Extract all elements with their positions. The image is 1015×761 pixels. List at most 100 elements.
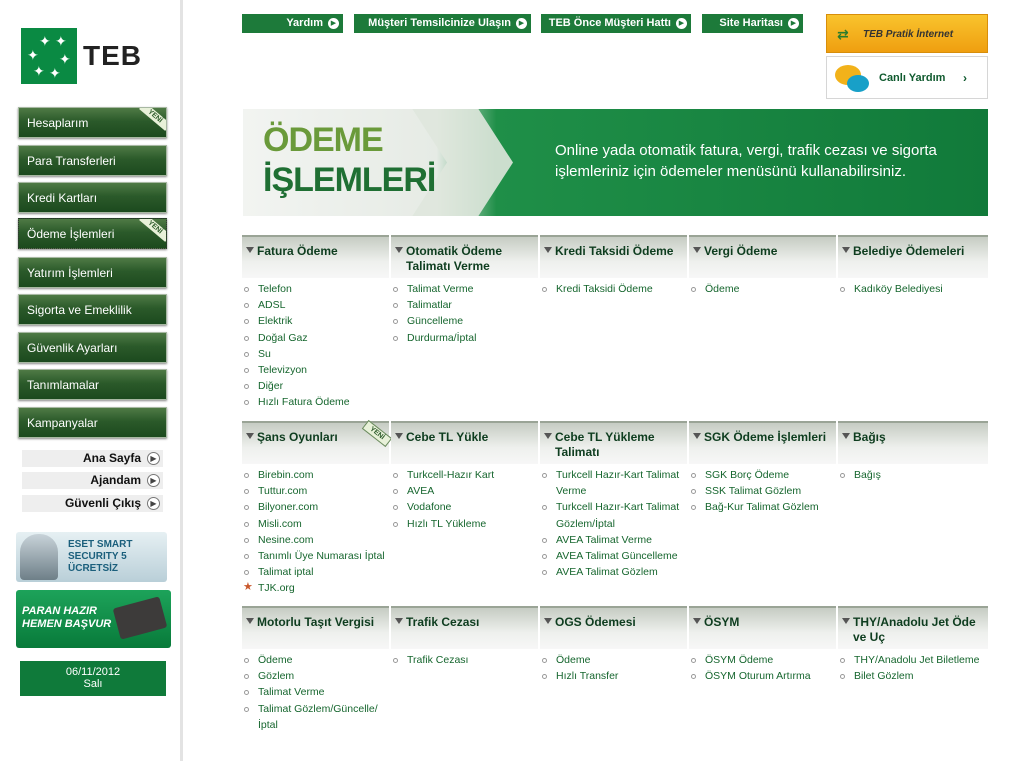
link-label: Güvenli Çıkış	[64, 496, 141, 510]
category-link[interactable]: Birebin.com	[242, 467, 389, 483]
category-link[interactable]: Ödeme	[540, 652, 687, 668]
category-link[interactable]: Bağış	[838, 467, 988, 483]
category-link[interactable]: ADSL	[242, 297, 389, 313]
category-link[interactable]: Doğal Gaz	[242, 330, 389, 346]
category-link[interactable]: Su	[242, 346, 389, 362]
bullet-icon	[691, 473, 696, 478]
toplink-yardim[interactable]: Yardım ▶	[242, 14, 343, 33]
category-link[interactable]: Misli.com	[242, 516, 389, 532]
category-link[interactable]: Gözlem	[242, 668, 389, 684]
category-link[interactable]: Elektrik	[242, 313, 389, 329]
bullet-icon	[691, 489, 696, 495]
nav-guvenlik-ayarlari[interactable]: Güvenlik Ayarları	[18, 332, 167, 363]
category-link[interactable]: SSK Talimat Gözlem	[689, 483, 836, 499]
category-header[interactable]: Kredi Taksidi Ödeme	[540, 235, 687, 278]
category-header[interactable]: Belediye Ödemeleri	[838, 235, 988, 278]
category-header[interactable]: Trafik Cezası	[391, 606, 538, 649]
eset-line3: ÜCRETSİZ	[68, 563, 118, 574]
date-text: 06/11/2012	[65, 666, 121, 678]
category-link[interactable]: Telefon	[242, 281, 389, 297]
category-link-label: ÖSYM Oturum Artırma	[705, 670, 811, 683]
nav-kredi-kartlari[interactable]: Kredi Kartları	[18, 182, 167, 213]
category-link[interactable]: AVEA Talimat Gözlem	[540, 564, 687, 580]
category-link[interactable]: Bilet Gözlem	[838, 668, 988, 684]
category-link[interactable]: Turkcell-Hazır Kart	[391, 467, 538, 483]
category-link-label: Bilyoner.com	[258, 501, 319, 514]
category-header[interactable]: THY/Anadolu Jet Öde ve Uç	[838, 606, 988, 649]
category-link[interactable]: Bağ-Kur Talimat Gözlem	[689, 499, 836, 515]
category-column: Bağış Bağış	[838, 421, 988, 483]
category-column: Cebe TL Yükle Turkcell-Hazır Kart AVEA Voda…	[391, 421, 538, 532]
category-link[interactable]: Durdurma/İptal	[391, 330, 538, 346]
category-link[interactable]: Talimatlar	[391, 297, 538, 313]
link-guvenli-cikis[interactable]: Güvenli Çıkış ▶	[22, 495, 163, 512]
category-link[interactable]: Bilyoner.com	[242, 499, 389, 515]
arrows-icon: ⇄	[837, 26, 849, 42]
category-link[interactable]: Nesine.com	[242, 532, 389, 548]
category-link[interactable]: Talimat Verme	[242, 684, 389, 700]
nav-hesaplarim[interactable]: Hesaplarım YENİ	[18, 107, 167, 138]
nav-sigorta-emeklilik[interactable]: Sigorta ve Emeklilik	[18, 294, 167, 325]
category-header[interactable]: Bağış	[838, 421, 988, 464]
category-link[interactable]: ÖSYM Ödeme	[689, 652, 836, 668]
category-link[interactable]: Tanımlı Üye Numarası İptal	[242, 548, 389, 564]
category-link[interactable]: Kredi Taksidi Ödeme	[540, 281, 687, 297]
caret-down-icon	[395, 433, 403, 439]
category-link[interactable]: AVEA Talimat Verme	[540, 532, 687, 548]
teb-logo[interactable]: ✦ ✦ ✦ ✦ ✦ ✦ TEB	[21, 28, 151, 84]
category-link[interactable]: Trafik Cezası	[391, 652, 538, 668]
nav-odeme-islemleri[interactable]: Ödeme İşlemleri YENİ	[18, 218, 167, 249]
category-header[interactable]: Şans Oyunları YENİ	[242, 419, 393, 464]
category-link[interactable]: THY/Anadolu Jet Biletleme	[838, 652, 988, 668]
canli-yardim-button[interactable]: Canlı Yardım ›	[826, 56, 988, 99]
category-link[interactable]: Televizyon	[242, 362, 389, 378]
category-header[interactable]: Vergi Ödeme	[689, 235, 836, 278]
pratik-internet-subesi-button[interactable]: ⇄ TEB Pratik İnternet Şubesi	[826, 14, 988, 79]
category-link[interactable]: Hızlı Transfer	[540, 668, 687, 684]
category-link[interactable]: Talimat Verme	[391, 281, 538, 297]
category-link[interactable]: Ödeme	[242, 652, 389, 668]
category-header[interactable]: OGS Ödemesi	[540, 606, 687, 649]
category-header[interactable]: Motorlu Taşıt Vergisi	[242, 606, 389, 649]
category-link[interactable]: AVEA	[391, 483, 538, 499]
nav-yatirim-islemleri[interactable]: Yatırım İşlemleri	[18, 257, 167, 288]
category-link[interactable]: Kadıköy Belediyesi	[838, 281, 988, 297]
toplink-site-haritasi[interactable]: Site Haritası ▶	[702, 14, 803, 33]
category-link[interactable]: Hızlı TL Yükleme	[391, 516, 538, 532]
paran-hazir-banner[interactable]: PARAN HAZIR HEMEN BAŞVUR	[16, 590, 171, 648]
category-link[interactable]: Turkcell Hazır-Kart Talimat Gözlem/İptal	[540, 499, 687, 531]
category-link[interactable]: Diğer	[242, 378, 389, 394]
category-link[interactable]: AVEA Talimat Güncelleme	[540, 548, 687, 564]
category-link-label: Su	[258, 347, 271, 360]
category-link[interactable]: Ödeme	[689, 281, 836, 297]
eset-banner[interactable]: ESET SMART SECURITY 5 ÜCRETSİZ	[16, 532, 167, 582]
bullet-icon	[393, 505, 398, 511]
category-header[interactable]: Cebe TL Yükleme Talimatı	[540, 421, 687, 464]
category-link[interactable]: Vodafone	[391, 499, 538, 515]
nav-kampanyalar[interactable]: Kampanyalar	[18, 407, 167, 438]
category-link[interactable]: ÖSYM Oturum Artırma	[689, 668, 836, 684]
category-title: Vergi Ödeme	[704, 244, 778, 258]
nav-para-transferleri[interactable]: Para Transferleri	[18, 145, 167, 176]
category-link[interactable]: Güncelleme	[391, 313, 538, 329]
category-link[interactable]: Talimat Gözlem/Güncelle/İptal	[242, 701, 389, 733]
toplink-musteri-temsilcisi[interactable]: Müşteri Temsilcinize Ulaşın ▶	[354, 14, 531, 33]
category-link[interactable]: Tuttur.com	[242, 483, 389, 499]
category-header[interactable]: Cebe TL Yükle	[391, 421, 538, 464]
category-header[interactable]: ÖSYM	[689, 606, 836, 649]
category-link[interactable]: Talimat iptal	[242, 564, 389, 580]
category-item-list: Kadıköy Belediyesi	[838, 278, 988, 297]
category-header[interactable]: Otomatik Ödeme Talimatı Verme	[391, 235, 538, 278]
category-link[interactable]: ★ TJK.org	[242, 580, 389, 596]
nav-tanimlamalar[interactable]: Tanımlamalar	[18, 369, 167, 400]
link-ajandam[interactable]: Ajandam ▶	[22, 472, 163, 489]
category-link[interactable]: Hızlı Fatura Ödeme	[242, 394, 389, 410]
category-item-list: Trafik Cezası	[391, 649, 538, 668]
category-link[interactable]: Turkcell Hazır-Kart Talimat Verme	[540, 467, 687, 499]
bullet-icon	[244, 554, 249, 560]
category-link[interactable]: SGK Borç Ödeme	[689, 467, 836, 483]
link-ana-sayfa[interactable]: Ana Sayfa ▶	[22, 450, 163, 467]
category-header[interactable]: Fatura Ödeme	[242, 235, 389, 278]
category-header[interactable]: SGK Ödeme İşlemleri	[689, 421, 836, 464]
toplink-musteri-hatti[interactable]: TEB Önce Müşteri Hattı ▶	[541, 14, 691, 33]
